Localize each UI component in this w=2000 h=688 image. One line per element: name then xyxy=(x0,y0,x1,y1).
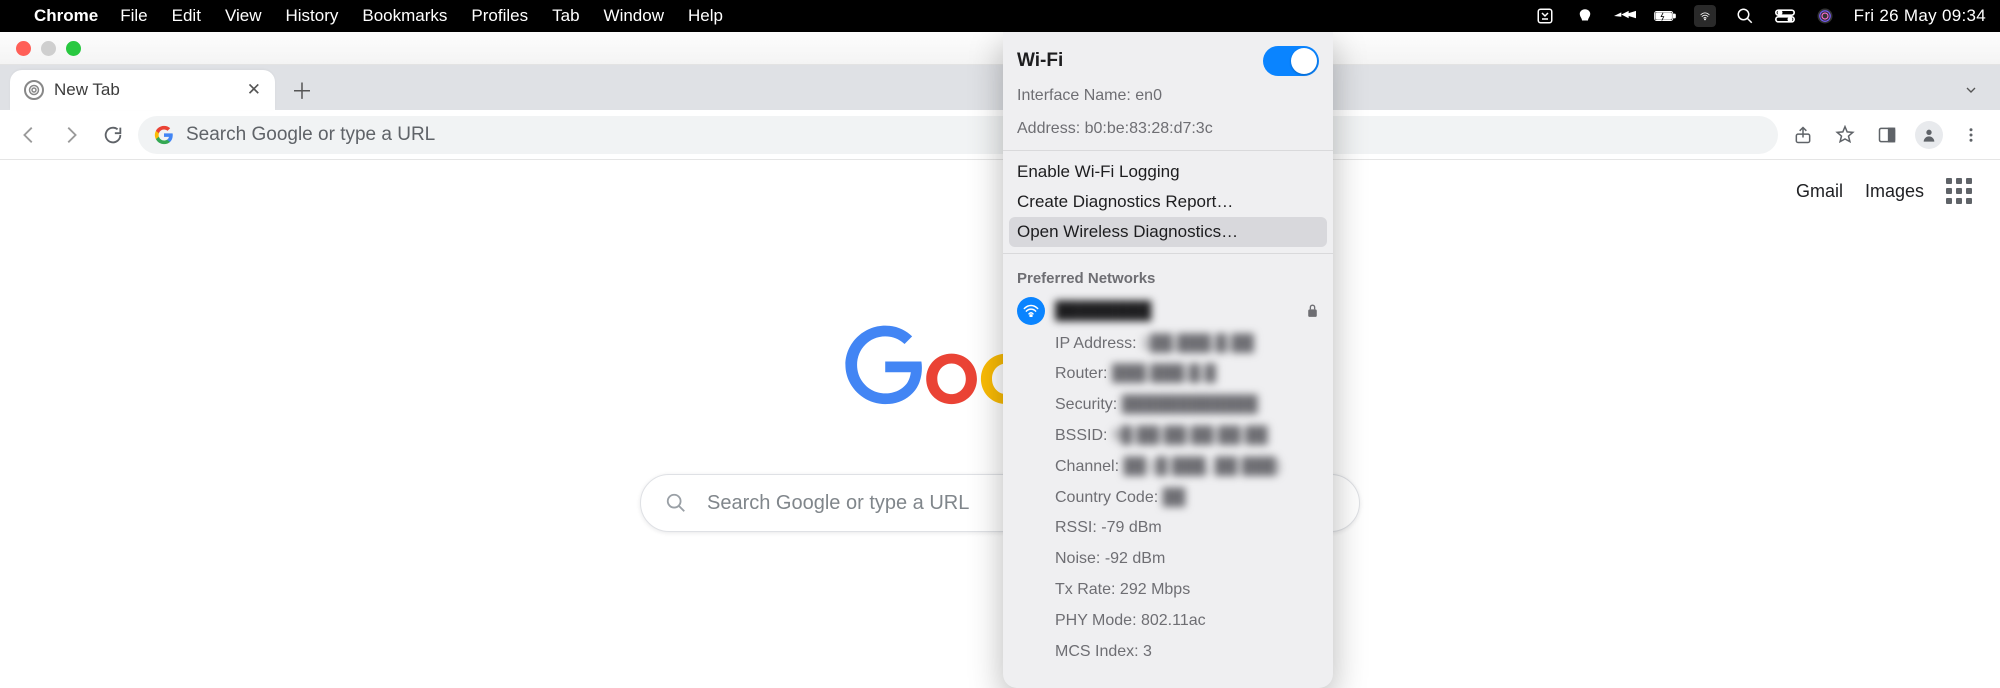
siri-icon[interactable] xyxy=(1814,5,1836,27)
menu-file[interactable]: File xyxy=(120,6,147,26)
chrome-toolbar: Search Google or type a URL xyxy=(0,110,2000,160)
menubar-clock[interactable]: Fri 26 May 09:34 xyxy=(1854,6,1986,26)
wifi-menubar-panel: Wi-Fi Interface Name: en0 Address: b0:be… xyxy=(1003,32,1333,688)
menubar-app3-icon[interactable] xyxy=(1614,5,1636,27)
preferred-networks-header: Preferred Networks xyxy=(1003,260,1333,293)
channel-label: Channel: xyxy=(1055,458,1119,475)
reload-button[interactable] xyxy=(96,118,130,152)
country-code-label: Country Code: xyxy=(1055,489,1158,506)
google-apps-icon[interactable] xyxy=(1946,178,1972,204)
wifi-panel-title: Wi-Fi xyxy=(1017,50,1063,72)
share-icon[interactable] xyxy=(1786,118,1820,152)
bookmark-icon[interactable] xyxy=(1828,118,1862,152)
control-center-icon[interactable] xyxy=(1774,5,1796,27)
back-button[interactable] xyxy=(12,118,46,152)
google-g-icon xyxy=(154,125,174,145)
window-fullscreen-button[interactable] xyxy=(66,41,81,56)
forward-button[interactable] xyxy=(54,118,88,152)
wifi-network-row[interactable]: ████████ xyxy=(1003,293,1333,329)
ntp-search-placeholder: Search Google or type a URL xyxy=(707,492,969,515)
search-icon xyxy=(665,492,687,514)
omnibox[interactable]: Search Google or type a URL xyxy=(138,116,1778,154)
rssi-label: RSSI: xyxy=(1055,519,1097,536)
window-minimize-button[interactable] xyxy=(41,41,56,56)
tab-favicon-icon xyxy=(24,80,44,100)
open-wireless-diagnostics[interactable]: Open Wireless Diagnostics… xyxy=(1009,217,1327,247)
spotlight-icon[interactable] xyxy=(1734,5,1756,27)
chrome-menu-icon[interactable] xyxy=(1954,118,1988,152)
tabstrip-dropdown-icon[interactable] xyxy=(1954,73,1988,107)
interface-name-label: Interface Name: xyxy=(1017,87,1131,104)
router-value: ███.███.█.█ xyxy=(1112,365,1216,382)
wifi-toggle[interactable] xyxy=(1263,46,1319,76)
noise-label: Noise: xyxy=(1055,550,1100,567)
menubar-app1-icon[interactable] xyxy=(1534,5,1556,27)
ip-address-value: 1██.███.█.██ xyxy=(1141,335,1254,352)
enable-wifi-logging[interactable]: Enable Wi-Fi Logging xyxy=(1003,157,1333,187)
window-titlebar xyxy=(0,32,2000,65)
ntp-top-links: Gmail Images xyxy=(1796,178,1972,204)
mcs-index-value: 3 xyxy=(1143,643,1152,660)
menu-history[interactable]: History xyxy=(285,6,338,26)
country-code-value: ██ xyxy=(1163,489,1186,506)
gmail-link[interactable]: Gmail xyxy=(1796,181,1843,202)
mac-address-value: b0:be:83:28:d7:3c xyxy=(1085,120,1213,137)
menubar-app2-icon[interactable] xyxy=(1574,5,1596,27)
rssi-value: -79 dBm xyxy=(1101,519,1161,536)
menu-tab[interactable]: Tab xyxy=(552,6,579,26)
chrome-tabstrip: New Tab ✕ ＋ xyxy=(0,65,2000,110)
macos-menubar: Chrome File Edit View History Bookmarks … xyxy=(0,0,2000,32)
window-close-button[interactable] xyxy=(16,41,31,56)
menu-window[interactable]: Window xyxy=(604,6,664,26)
omnibox-placeholder: Search Google or type a URL xyxy=(186,124,435,146)
ip-address-label: IP Address: xyxy=(1055,335,1137,352)
tab-close-icon[interactable]: ✕ xyxy=(247,80,261,100)
router-label: Router: xyxy=(1055,365,1107,382)
security-label: Security: xyxy=(1055,396,1117,413)
bssid-label: BSSID: xyxy=(1055,427,1107,444)
browser-tab[interactable]: New Tab ✕ xyxy=(10,70,275,110)
menu-view[interactable]: View xyxy=(225,6,262,26)
security-value: ████████████ xyxy=(1122,396,1258,413)
menu-bookmarks[interactable]: Bookmarks xyxy=(362,6,447,26)
tab-title: New Tab xyxy=(54,80,120,100)
tx-rate-value: 292 Mbps xyxy=(1120,581,1190,598)
interface-name-value: en0 xyxy=(1135,87,1162,104)
mcs-index-label: MCS Index: xyxy=(1055,643,1139,660)
wifi-menubar-icon[interactable] xyxy=(1694,5,1716,27)
create-diagnostics-report[interactable]: Create Diagnostics Report… xyxy=(1003,187,1333,217)
new-tab-page: Gmail Images Search Google or type a URL xyxy=(0,160,2000,688)
channel-value: ██ (█ ███, ██ ███) xyxy=(1124,458,1282,475)
battery-icon[interactable] xyxy=(1654,5,1676,27)
tx-rate-label: Tx Rate: xyxy=(1055,581,1115,598)
new-tab-button[interactable]: ＋ xyxy=(285,73,319,107)
profile-avatar[interactable] xyxy=(1912,118,1946,152)
active-app-name[interactable]: Chrome xyxy=(34,6,98,26)
images-link[interactable]: Images xyxy=(1865,181,1924,202)
lock-icon xyxy=(1306,303,1319,318)
bssid-value: 9█:██:██:██:██:██ xyxy=(1112,427,1268,444)
wifi-network-name: ████████ xyxy=(1055,301,1151,321)
wifi-signal-icon xyxy=(1017,297,1045,325)
sidepanel-icon[interactable] xyxy=(1870,118,1904,152)
phy-mode-value: 802.11ac xyxy=(1141,612,1206,629)
menu-help[interactable]: Help xyxy=(688,6,723,26)
noise-value: -92 dBm xyxy=(1105,550,1165,567)
menu-edit[interactable]: Edit xyxy=(172,6,201,26)
phy-mode-label: PHY Mode: xyxy=(1055,612,1137,629)
menu-profiles[interactable]: Profiles xyxy=(471,6,528,26)
mac-address-label: Address: xyxy=(1017,120,1080,137)
